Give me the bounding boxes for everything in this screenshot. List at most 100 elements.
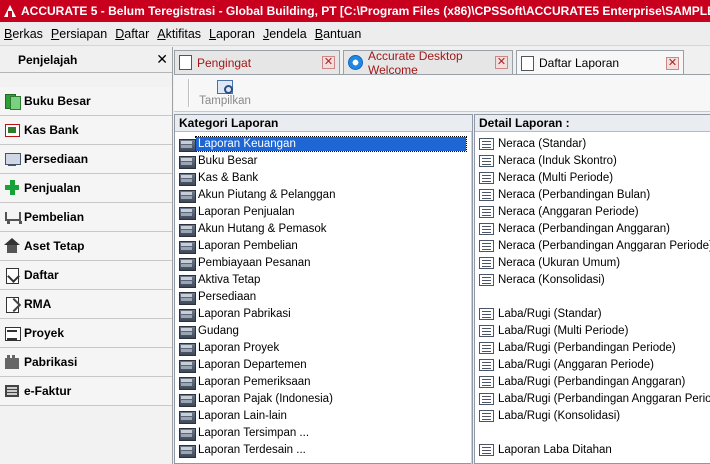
- category-header: Kategori Laporan: [175, 115, 472, 132]
- preview-icon: [217, 80, 233, 94]
- document-tabs: Pengingat ✕ Accurate Desktop Welcome ✕ D…: [174, 49, 710, 77]
- detail-item[interactable]: Neraca (Multi Periode): [475, 169, 710, 186]
- menu-berkas[interactable]: Berkas: [4, 27, 43, 41]
- detail-item[interactable]: Laba/Rugi (Anggaran Periode): [475, 356, 710, 373]
- report-folder-icon: [179, 223, 196, 237]
- detail-item[interactable]: Neraca (Anggaran Periode): [475, 203, 710, 220]
- nav-item-rma[interactable]: RMA: [0, 290, 172, 319]
- category-item-label: Laporan Tersimpan ...: [198, 426, 310, 439]
- panel-edge: [471, 132, 472, 464]
- category-item[interactable]: Kas & Bank: [175, 169, 472, 186]
- category-item[interactable]: Akun Piutang & Pelanggan: [175, 186, 472, 203]
- detail-item[interactable]: Laporan Laba Ditahan: [475, 441, 710, 458]
- menu-laporan[interactable]: Laporan: [209, 27, 255, 41]
- tab-pengingat[interactable]: Pengingat ✕: [174, 50, 340, 74]
- tab-close-icon[interactable]: ✕: [322, 56, 335, 69]
- report-folder-icon: [179, 257, 196, 271]
- detail-item[interactable]: Neraca (Perbandingan Anggaran Periode): [475, 237, 710, 254]
- tab-label: Pengingat: [197, 55, 252, 70]
- menu-jendela[interactable]: Jendela: [263, 27, 307, 41]
- category-item[interactable]: Aktiva Tetap: [175, 271, 472, 288]
- category-item[interactable]: Laporan Pabrikasi: [175, 305, 472, 322]
- nav-item-aset-tetap[interactable]: Aset Tetap: [0, 232, 172, 261]
- house-icon: [4, 238, 20, 254]
- category-item[interactable]: Laporan Pajak (Indonesia): [175, 390, 472, 407]
- category-item[interactable]: Laporan Departemen: [175, 356, 472, 373]
- navigator-panel: Penjelajah ✕ Buku Besar Kas Bank Persedi…: [0, 47, 173, 464]
- menu-bar: Berkas Persiapan Daftar Aktifitas Lapora…: [0, 22, 710, 46]
- nav-item-persediaan[interactable]: Persediaan: [0, 145, 172, 174]
- detail-item[interactable]: Laba/Rugi (Standar): [475, 305, 710, 322]
- nav-item-kas-bank[interactable]: Kas Bank: [0, 116, 172, 145]
- category-item[interactable]: Gudang: [175, 322, 472, 339]
- show-report-button[interactable]: Tampilkan: [198, 78, 252, 110]
- report-document-icon: [479, 188, 494, 201]
- category-item[interactable]: Laporan Penjualan: [175, 203, 472, 220]
- category-item[interactable]: Laporan Pembelian: [175, 237, 472, 254]
- detail-item[interactable]: Neraca (Perbandingan Anggaran): [475, 220, 710, 237]
- detail-item-label: Neraca (Perbandingan Anggaran): [498, 222, 670, 235]
- category-item[interactable]: Laporan Proyek: [175, 339, 472, 356]
- nav-item-pabrikasi[interactable]: Pabrikasi: [0, 348, 172, 377]
- tab-daftar-laporan[interactable]: Daftar Laporan ✕: [516, 50, 684, 75]
- detail-item[interactable]: Neraca (Ukuran Umum): [475, 254, 710, 271]
- nav-item-label: Pembelian: [24, 210, 85, 224]
- tab-accurate-desktop-welcome[interactable]: Accurate Desktop Welcome ✕: [343, 49, 513, 77]
- detail-item-label: Neraca (Multi Periode): [498, 171, 614, 184]
- navigator-spacer: [0, 73, 172, 87]
- cart-icon: [4, 209, 22, 225]
- menu-bantuan[interactable]: Bantuan: [315, 27, 362, 41]
- tab-close-icon[interactable]: ✕: [666, 56, 679, 70]
- detail-item-label: Neraca (Ukuran Umum): [498, 256, 621, 269]
- detail-item[interactable]: Laba/Rugi (Multi Periode): [475, 322, 710, 339]
- report-detail-panel: Detail Laporan : Neraca (Standar) Neraca …: [474, 114, 710, 464]
- category-item[interactable]: Laporan Tersimpan ...: [175, 424, 472, 441]
- category-item[interactable]: Persediaan: [175, 288, 472, 305]
- navigator-close-icon[interactable]: ✕: [156, 51, 168, 68]
- category-item[interactable]: Akun Hutang & Pemasok: [175, 220, 472, 237]
- report-folder-icon: [179, 325, 196, 339]
- detail-item[interactable]: Laba/Rugi (Konsolidasi): [475, 407, 710, 424]
- nav-item-label: e-Faktur: [24, 384, 72, 398]
- detail-item[interactable]: Laba/Rugi (Perbandingan Periode): [475, 339, 710, 356]
- nav-item-pembelian[interactable]: Pembelian: [0, 203, 172, 232]
- detail-item[interactable]: Laba/Rugi (Perbandingan Anggaran Periode…: [475, 390, 710, 407]
- category-item[interactable]: Laporan Pemeriksaan: [175, 373, 472, 390]
- category-item[interactable]: Pembiayaan Pesanan: [175, 254, 472, 271]
- nav-item-penjualan[interactable]: Penjualan: [0, 174, 172, 203]
- detail-item-label: Neraca (Induk Skontro): [498, 154, 617, 167]
- detail-item[interactable]: Laba/Rugi (Perbandingan Anggaran): [475, 373, 710, 390]
- menu-aktifitas[interactable]: Aktifitas: [157, 27, 201, 41]
- report-document-icon: [479, 222, 494, 235]
- detail-item[interactable]: Neraca (Konsolidasi): [475, 271, 710, 288]
- category-item[interactable]: Laporan Lain-lain: [175, 407, 472, 424]
- report-document-icon: [479, 256, 494, 269]
- category-item[interactable]: Buku Besar: [175, 152, 472, 169]
- detail-item-label: Laba/Rugi (Konsolidasi): [498, 409, 621, 422]
- nav-item-label: RMA: [24, 297, 52, 311]
- nav-item-label: Daftar: [24, 268, 59, 282]
- tab-close-icon[interactable]: ✕: [495, 56, 508, 69]
- nav-item-label: Aset Tetap: [24, 239, 85, 253]
- report-folder-icon: [179, 376, 196, 390]
- menu-persiapan[interactable]: Persiapan: [51, 27, 107, 41]
- menu-daftar[interactable]: Daftar: [115, 27, 149, 41]
- report-folder-icon: [179, 308, 196, 322]
- category-item-label: Laporan Proyek: [198, 341, 280, 354]
- category-item[interactable]: Laporan Keuangan: [175, 135, 472, 152]
- category-item-label: Persediaan: [198, 290, 257, 303]
- nav-item-proyek[interactable]: Proyek: [0, 319, 172, 348]
- factory-icon: [4, 354, 20, 370]
- report-folder-icon: [179, 291, 196, 305]
- category-item[interactable]: Laporan Terdesain ...: [175, 441, 472, 458]
- nav-item-daftar[interactable]: Daftar: [0, 261, 172, 290]
- detail-item[interactable]: Neraca (Perbandingan Bulan): [475, 186, 710, 203]
- report-document-icon: [479, 409, 494, 422]
- nav-item-buku-besar[interactable]: Buku Besar: [0, 87, 172, 116]
- detail-header: Detail Laporan :: [475, 115, 710, 132]
- report-folder-icon: [179, 274, 196, 288]
- detail-item[interactable]: Neraca (Standar): [475, 135, 710, 152]
- detail-item[interactable]: Neraca (Induk Skontro): [475, 152, 710, 169]
- nav-item-e-faktur[interactable]: e-Faktur: [0, 377, 172, 406]
- detail-item-label: Neraca (Konsolidasi): [498, 273, 605, 286]
